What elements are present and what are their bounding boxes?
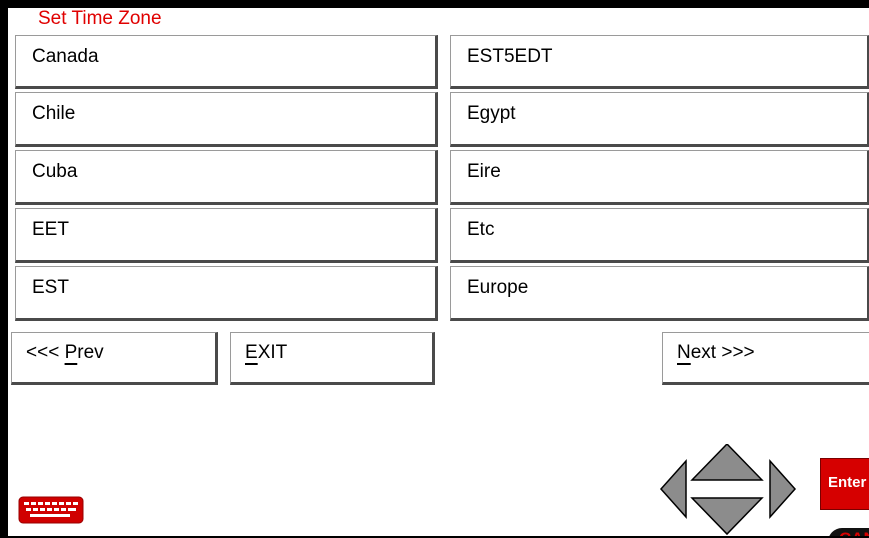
zone-label: EET [32, 219, 69, 240]
arrow-up-icon[interactable] [690, 444, 764, 481]
arrow-keypad [659, 444, 797, 536]
next-rest: ext >>> [690, 342, 755, 363]
prev-hotkey: P [64, 342, 78, 363]
enter-button[interactable]: Enter [820, 458, 869, 510]
zone-button-canada[interactable]: Canada [15, 35, 438, 89]
zone-button-europe[interactable]: Europe [450, 266, 869, 321]
zone-label: Europe [467, 277, 529, 298]
zone-button-egypt[interactable]: Egypt [450, 92, 869, 147]
timezone-panel: Set Time Zone Canada Chile Cuba EET EST … [8, 8, 869, 536]
next-label: Next >>> [677, 343, 755, 363]
zone-label: Cuba [32, 161, 78, 182]
prev-button[interactable]: <<< Prev [11, 332, 218, 385]
zone-button-cuba[interactable]: Cuba [15, 150, 438, 205]
zone-button-eet[interactable]: EET [15, 208, 438, 263]
zone-button-est5edt[interactable]: EST5EDT [450, 35, 869, 89]
arrow-left-icon[interactable] [659, 459, 687, 519]
next-button[interactable]: Next >>> [662, 332, 869, 385]
exit-label: EXIT [245, 343, 287, 363]
zone-label: EST5EDT [467, 46, 553, 67]
prev-prefix: <<< [26, 342, 65, 363]
zone-button-chile[interactable]: Chile [15, 92, 438, 147]
prev-rest: rev [77, 342, 104, 363]
arrow-down-icon[interactable] [690, 497, 764, 536]
cancel-button[interactable]: CAN [828, 528, 869, 536]
zone-label: Chile [32, 103, 76, 124]
page-title: Set Time Zone [38, 8, 162, 29]
keyboard-icon[interactable] [18, 496, 84, 524]
next-hotkey: N [677, 342, 691, 363]
exit-button[interactable]: EXIT [230, 332, 435, 385]
exit-rest: XIT [257, 342, 288, 363]
zone-label: Etc [467, 219, 495, 240]
screen-frame: Set Time Zone Canada Chile Cuba EET EST … [0, 0, 869, 538]
zone-label: Canada [32, 46, 99, 67]
zone-label: EST [32, 277, 69, 298]
zone-label: Eire [467, 161, 501, 182]
zone-button-est[interactable]: EST [15, 266, 438, 321]
prev-label: <<< Prev [26, 343, 104, 363]
zone-button-etc[interactable]: Etc [450, 208, 869, 263]
zone-label: Egypt [467, 103, 516, 124]
arrow-right-icon[interactable] [769, 459, 797, 519]
zone-button-eire[interactable]: Eire [450, 150, 869, 205]
exit-hotkey: E [245, 342, 258, 363]
